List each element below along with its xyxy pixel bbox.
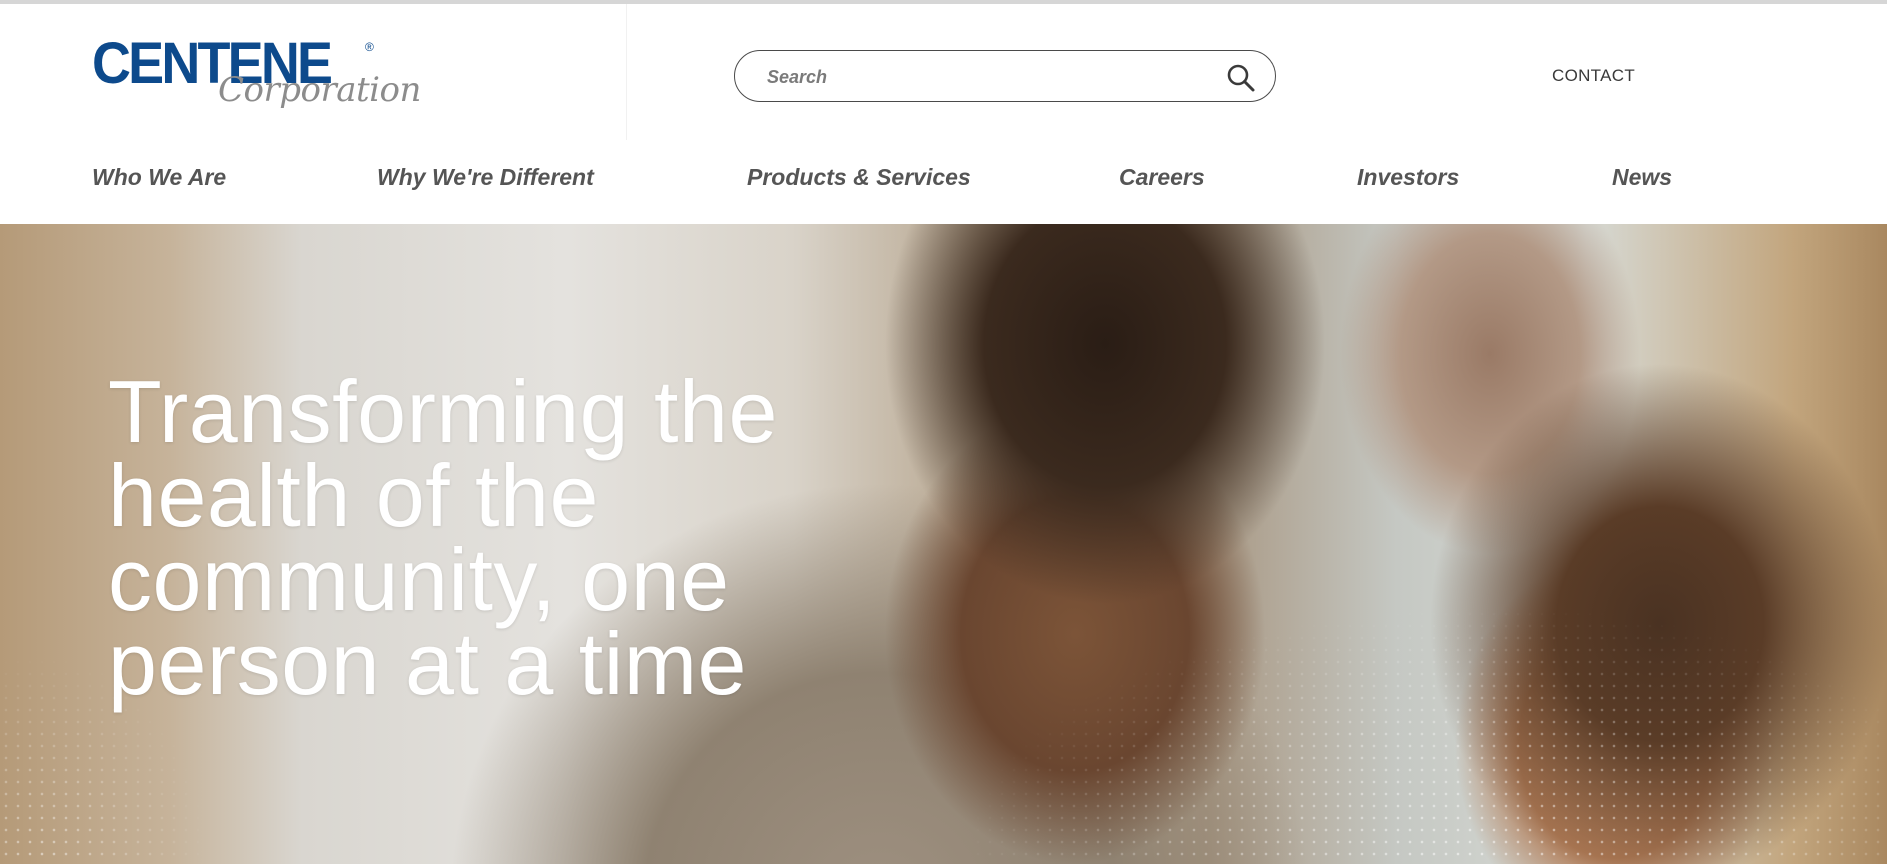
site-header: CENTENE ® Corporation CONTACT [0,4,1887,140]
header-divider [626,4,627,140]
search-icon[interactable] [1225,62,1257,94]
centene-logo[interactable]: CENTENE ® Corporation [92,32,421,120]
nav-item-products-services[interactable]: Products & Services [747,164,971,191]
contact-link[interactable]: CONTACT [1552,66,1635,86]
search-input[interactable] [765,63,1209,91]
hero-headline-line: person at a time [108,614,747,713]
main-nav: Who We Are Why We're Different Products … [0,140,1887,224]
logo-registered-mark: ® [365,40,374,54]
hero-banner: Transforming the health of the community… [0,224,1887,864]
nav-item-careers[interactable]: Careers [1119,164,1205,191]
search-box [734,50,1276,102]
nav-item-news[interactable]: News [1612,164,1672,191]
nav-item-investors[interactable]: Investors [1357,164,1459,191]
nav-item-who-we-are[interactable]: Who We Are [92,164,226,191]
hero-headline: Transforming the health of the community… [108,368,868,708]
nav-item-why-were-different[interactable]: Why We're Different [377,164,594,191]
logo-subtitle: Corporation [218,70,421,110]
